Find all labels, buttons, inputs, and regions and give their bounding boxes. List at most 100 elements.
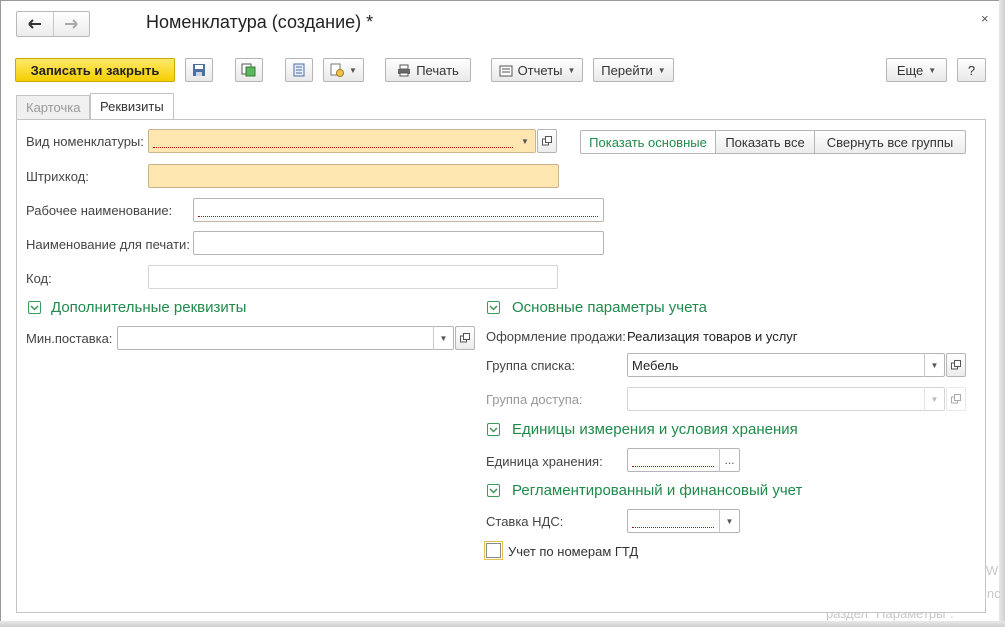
required-underline bbox=[153, 147, 513, 148]
print-button[interactable]: Печать bbox=[385, 58, 471, 82]
open-button[interactable] bbox=[537, 129, 557, 153]
chevron-down-icon: ▼ bbox=[439, 333, 448, 343]
required-underline bbox=[632, 466, 714, 467]
more-button[interactable]: Еще ▼ bbox=[886, 58, 947, 82]
print-name-input[interactable] bbox=[193, 231, 604, 255]
window-shadow-right bbox=[999, 0, 1005, 627]
additional-group-title: Дополнительные реквизиты bbox=[51, 299, 247, 316]
window-title: Номенклатура (создание) * bbox=[146, 12, 374, 32]
tab-card[interactable]: Карточка bbox=[16, 95, 91, 119]
forward-button[interactable] bbox=[52, 12, 90, 36]
barcode-input[interactable] bbox=[148, 164, 559, 188]
copy-green-icon bbox=[241, 63, 256, 77]
open-window-icon bbox=[460, 333, 470, 343]
required-underline bbox=[198, 216, 598, 217]
work-name-input[interactable] bbox=[193, 198, 604, 222]
open-button[interactable] bbox=[946, 387, 966, 411]
print-label: Печать bbox=[416, 62, 459, 78]
chevron-down-icon: ▼ bbox=[349, 65, 357, 75]
dropdown-button[interactable]: ▼ bbox=[515, 129, 535, 153]
save-button[interactable] bbox=[185, 58, 213, 82]
document-clock-icon bbox=[330, 63, 345, 77]
document-list-icon bbox=[293, 63, 305, 77]
chevron-down-icon: ▼ bbox=[930, 360, 939, 370]
dropdown-button[interactable]: ▼ bbox=[433, 326, 453, 350]
min-supply-input[interactable]: ▼ bbox=[117, 326, 454, 350]
gtd-label: Учет по номерам ГТД bbox=[508, 544, 639, 559]
kind-label: Вид номенклатуры: bbox=[26, 134, 144, 149]
list-button[interactable] bbox=[285, 58, 313, 82]
gtd-checkbox[interactable] bbox=[484, 541, 503, 560]
collapse-regulated-icon[interactable] bbox=[487, 484, 500, 497]
reports-label: Отчеты bbox=[517, 62, 563, 78]
back-button[interactable] bbox=[17, 12, 53, 36]
storage-unit-input[interactable]: ... bbox=[627, 448, 740, 472]
arrow-left-icon bbox=[28, 19, 41, 29]
code-label: Код: bbox=[26, 271, 52, 286]
print-name-label: Наименование для печати: bbox=[26, 237, 190, 252]
chevron-down-icon bbox=[489, 487, 498, 494]
list-group-label: Группа списка: bbox=[486, 358, 575, 373]
open-button[interactable] bbox=[946, 353, 966, 377]
list-group-input[interactable]: Мебель ▼ bbox=[627, 353, 945, 377]
collapse-additional-icon[interactable] bbox=[28, 301, 41, 314]
collapse-accounting-icon[interactable] bbox=[487, 301, 500, 314]
required-underline bbox=[632, 527, 714, 528]
arrow-right-icon bbox=[65, 19, 78, 29]
goto-label: Перейти bbox=[601, 62, 653, 78]
chevron-down-icon: ▼ bbox=[567, 65, 576, 75]
more-label: Еще bbox=[896, 62, 924, 78]
kind-input[interactable]: ▼ bbox=[148, 129, 536, 153]
chevron-down-icon bbox=[489, 426, 498, 433]
collapse-all-button[interactable]: Свернуть все группы bbox=[814, 130, 966, 154]
chevron-down-icon: ▼ bbox=[725, 516, 734, 526]
post-document-button[interactable] bbox=[235, 58, 263, 82]
background-text-2: inc bbox=[984, 586, 1001, 601]
background-text-1: W bbox=[986, 563, 999, 578]
accounting-group-title: Основные параметры учета bbox=[512, 299, 708, 316]
reports-button[interactable]: Отчеты ▼ bbox=[491, 58, 583, 82]
barcode-label: Штрихкод: bbox=[26, 169, 89, 184]
access-group-label: Группа доступа: bbox=[486, 392, 583, 407]
goto-button[interactable]: Перейти ▼ bbox=[593, 58, 674, 82]
vat-input[interactable]: ▼ bbox=[627, 509, 740, 533]
history-nav bbox=[16, 11, 90, 37]
printer-icon bbox=[398, 64, 411, 76]
save-and-close-button[interactable]: Записать и закрыть bbox=[15, 58, 175, 82]
sale-label: Оформление продажи: bbox=[486, 329, 626, 344]
min-supply-label: Мин.поставка: bbox=[26, 331, 113, 346]
chevron-down-icon: ▼ bbox=[657, 65, 666, 75]
floppy-disk-icon bbox=[193, 64, 205, 76]
dropdown-button[interactable]: ▼ bbox=[924, 387, 944, 411]
code-input[interactable] bbox=[148, 265, 558, 289]
work-name-label: Рабочее наименование: bbox=[26, 203, 173, 218]
regulated-group-title: Регламентированный и финансовый учет bbox=[512, 482, 803, 499]
chevron-down-icon bbox=[489, 304, 498, 311]
tab-requisites[interactable]: Реквизиты bbox=[90, 93, 174, 119]
open-window-icon bbox=[951, 360, 961, 370]
storage-unit-label: Единица хранения: bbox=[486, 454, 603, 469]
collapse-units-icon[interactable] bbox=[487, 423, 500, 436]
help-button[interactable]: ? bbox=[957, 58, 986, 82]
chevron-down-icon bbox=[30, 304, 39, 311]
select-button[interactable]: ... bbox=[719, 448, 739, 472]
vat-label: Ставка НДС: bbox=[486, 514, 564, 529]
open-window-icon bbox=[542, 136, 552, 146]
open-window-icon bbox=[951, 394, 961, 404]
show-all-button[interactable]: Показать все bbox=[715, 130, 815, 154]
close-icon[interactable]: × bbox=[981, 11, 989, 26]
chevron-down-icon: ▼ bbox=[930, 394, 939, 404]
dropdown-button[interactable]: ▼ bbox=[924, 353, 944, 377]
access-group-input[interactable]: ▼ bbox=[627, 387, 945, 411]
chevron-down-icon: ▼ bbox=[521, 136, 529, 146]
window-shadow-bottom bbox=[0, 621, 1005, 627]
chevron-down-icon: ▼ bbox=[928, 65, 937, 75]
sale-value: Реализация товаров и услуг bbox=[627, 329, 798, 344]
open-button[interactable] bbox=[455, 326, 475, 350]
list-group-value: Мебель bbox=[632, 357, 679, 373]
dropdown-button[interactable]: ▼ bbox=[719, 509, 739, 533]
show-main-button[interactable]: Показать основные bbox=[580, 130, 716, 154]
reports-icon bbox=[499, 65, 513, 76]
related-docs-button[interactable]: ▼ bbox=[323, 58, 364, 82]
units-group-title: Единицы измерения и условия хранения bbox=[512, 421, 798, 438]
